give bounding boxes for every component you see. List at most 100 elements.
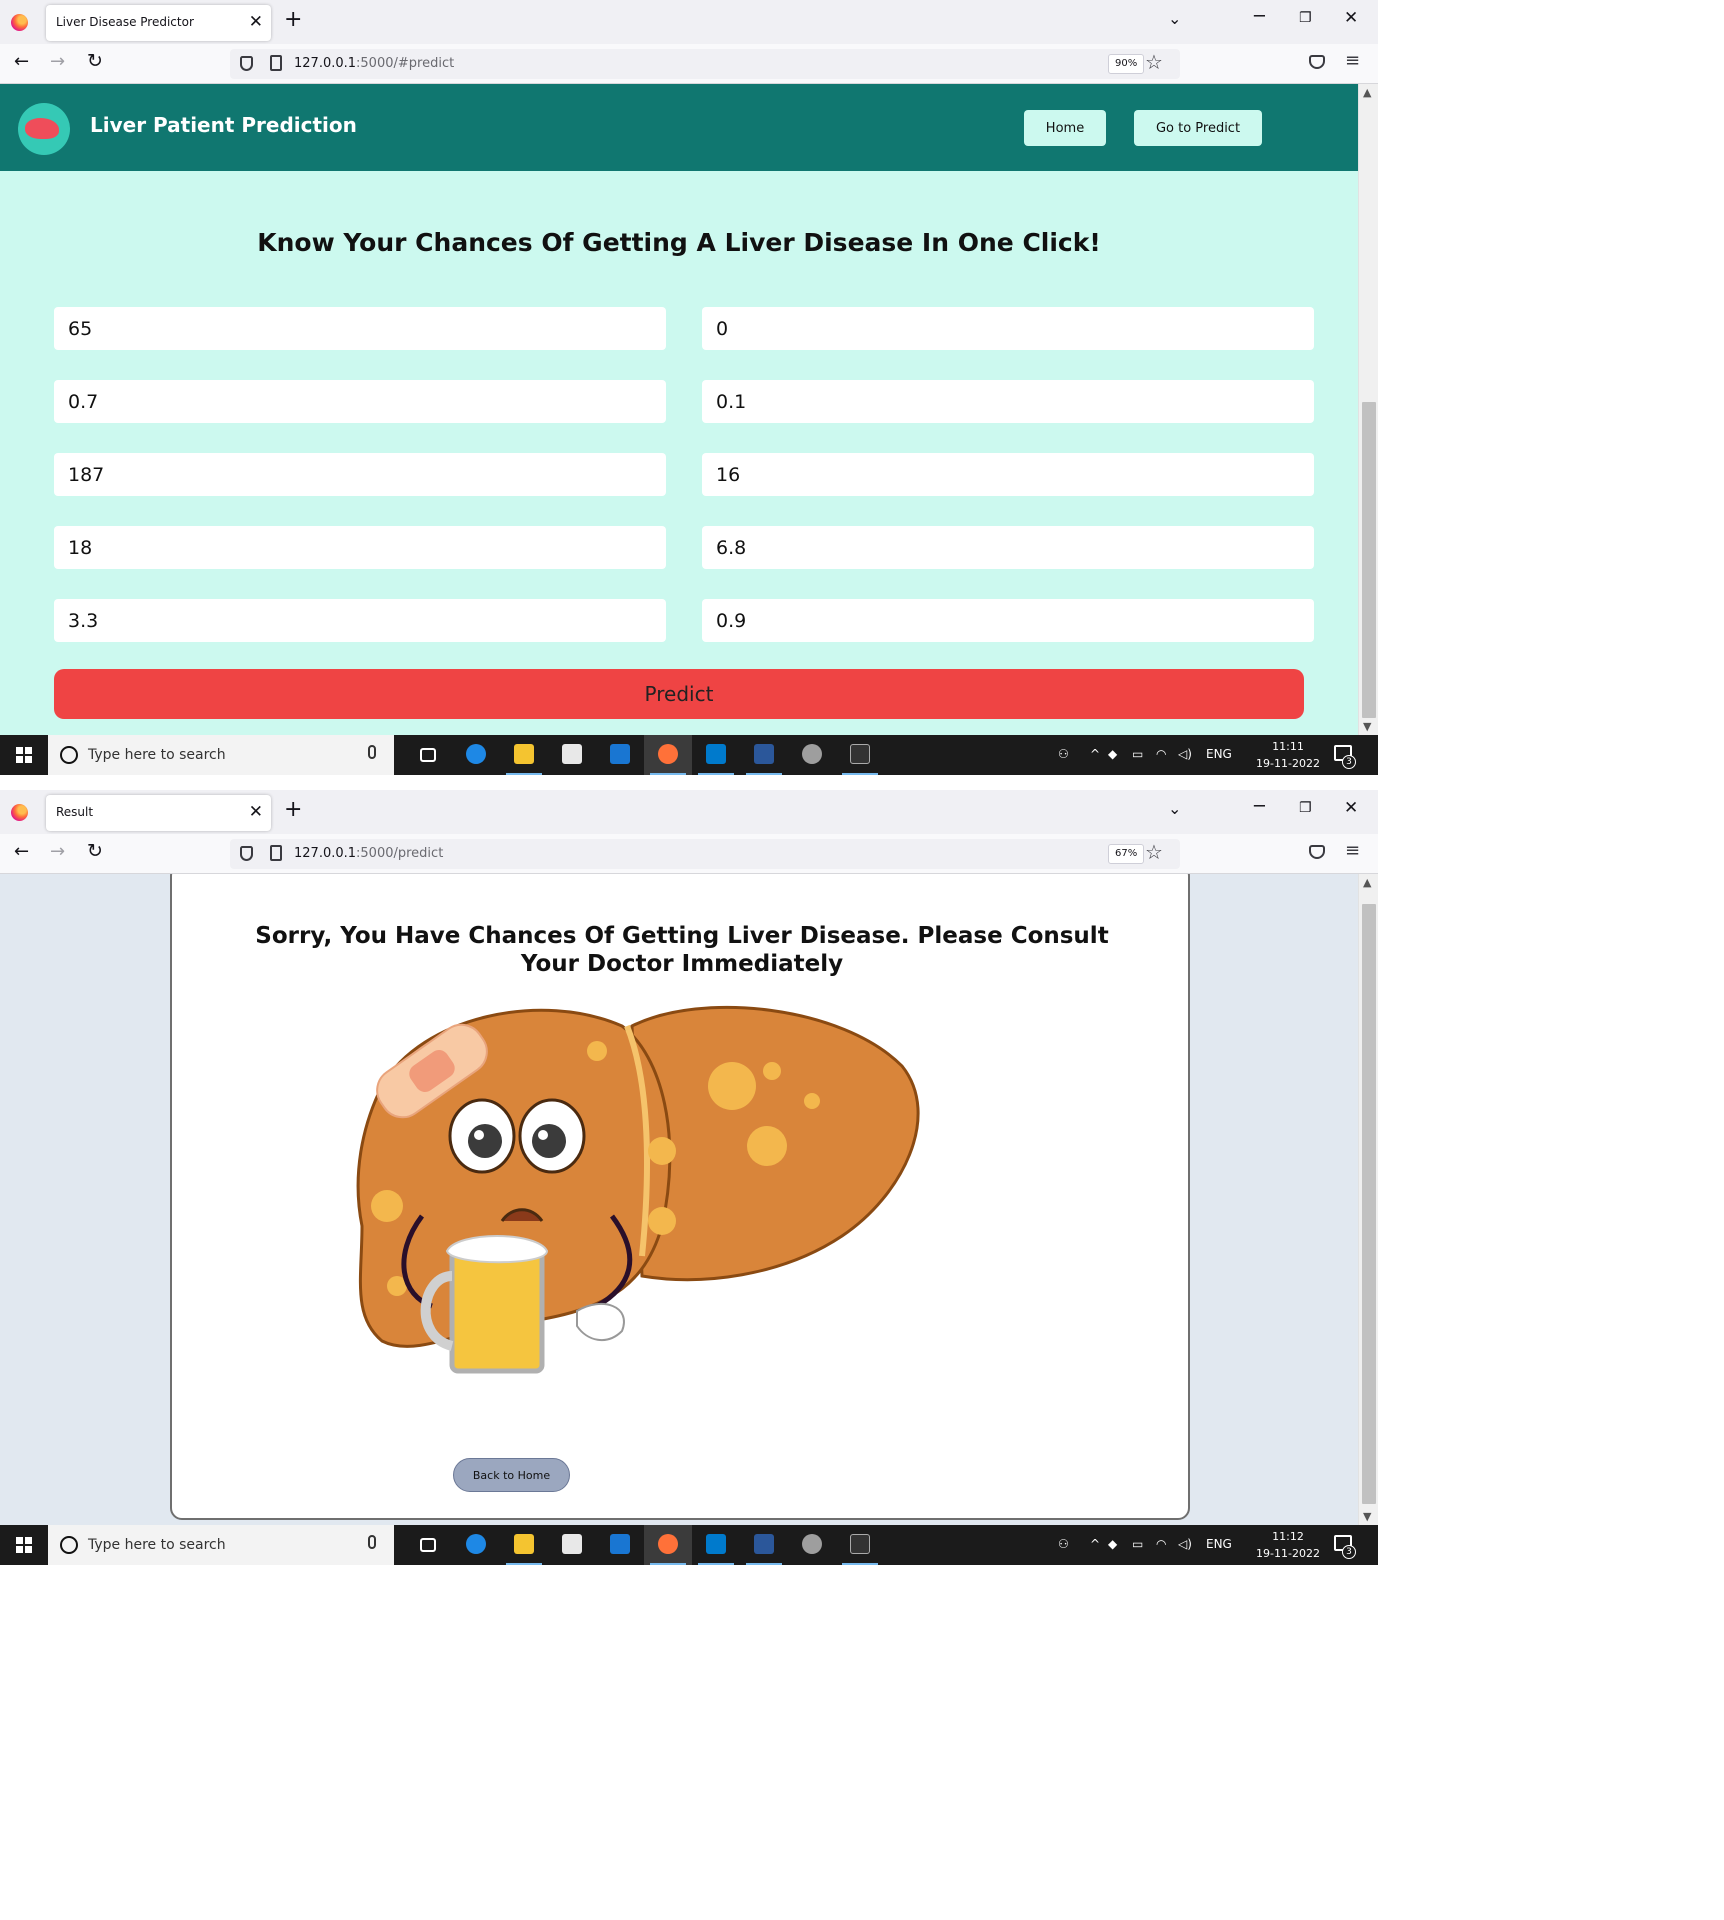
forward-arrow-icon[interactable]: →	[50, 51, 65, 72]
window-close-icon[interactable]: ✕	[1344, 8, 1358, 28]
battery-icon[interactable]: ▭	[1132, 1537, 1143, 1551]
security-icon[interactable]: ◆	[1108, 747, 1117, 761]
predict-button[interactable]: Predict	[54, 669, 1304, 719]
show-hidden-icons-chevron[interactable]: ^	[1090, 747, 1100, 761]
vscode-icon[interactable]	[692, 1525, 740, 1565]
taskbar-search-box[interactable]: Type here to search	[48, 735, 394, 775]
page-icon[interactable]	[270, 845, 282, 861]
edge-icon[interactable]	[452, 1525, 500, 1565]
windows-start-icon[interactable]	[16, 747, 32, 763]
page-scrollbar[interactable]: ▲ ▼	[1358, 84, 1378, 735]
list-tabs-chevron-icon[interactable]: ⌄	[1168, 9, 1181, 28]
form-field-5[interactable]	[54, 453, 666, 496]
home-nav-button[interactable]: Home	[1024, 110, 1106, 146]
terminal-icon[interactable]	[836, 1525, 884, 1565]
star-icon[interactable]: ☆	[1145, 840, 1163, 864]
scroll-up-icon[interactable]: ▲	[1363, 86, 1371, 99]
scroll-up-icon[interactable]: ▲	[1363, 876, 1371, 889]
security-icon[interactable]: ◆	[1108, 1537, 1117, 1551]
scroll-thumb[interactable]	[1362, 904, 1376, 1504]
list-tabs-chevron-icon[interactable]: ⌄	[1168, 799, 1181, 818]
form-field-9[interactable]	[54, 599, 666, 642]
pocket-icon[interactable]	[1309, 55, 1325, 69]
back-arrow-icon[interactable]: ←	[14, 841, 29, 862]
task-view-icon[interactable]	[404, 735, 452, 775]
battery-icon[interactable]: ▭	[1132, 747, 1143, 761]
terminal-icon[interactable]	[836, 735, 884, 775]
hamburger-menu-icon[interactable]: ≡	[1345, 50, 1360, 71]
mail-icon[interactable]	[596, 1525, 644, 1565]
tab-close-icon[interactable]: ✕	[249, 801, 263, 823]
store-icon[interactable]	[548, 1525, 596, 1565]
zoom-badge[interactable]: 90%	[1108, 54, 1145, 74]
people-icon[interactable]: ⚇	[1058, 1537, 1069, 1551]
restore-icon[interactable]: ❐	[1299, 10, 1312, 26]
volume-icon[interactable]: ◁)	[1178, 1537, 1192, 1551]
reload-icon[interactable]: ↻	[87, 50, 103, 72]
taskbar-clock[interactable]: 11:11 19-11-2022	[1252, 738, 1324, 772]
minimize-icon[interactable]: ─	[1254, 6, 1265, 27]
store-icon[interactable]	[548, 735, 596, 775]
file-explorer-icon[interactable]	[500, 1525, 548, 1565]
shield-icon[interactable]	[240, 846, 253, 861]
people-icon[interactable]: ⚇	[1058, 747, 1069, 761]
task-view-icon[interactable]	[404, 1525, 452, 1565]
form-field-3[interactable]	[54, 380, 666, 423]
firefox-taskbar-icon[interactable]	[644, 1525, 692, 1565]
wifi-icon[interactable]: ◠	[1156, 1537, 1166, 1551]
window-close-icon[interactable]: ✕	[1344, 798, 1358, 818]
taskbar-clock[interactable]: 11:12 19-11-2022	[1252, 1528, 1324, 1562]
volume-icon[interactable]: ◁)	[1178, 747, 1192, 761]
url-text[interactable]: 127.0.0.1:5000/#predict	[294, 56, 454, 71]
form-field-8[interactable]	[702, 526, 1314, 569]
mail-icon[interactable]	[596, 735, 644, 775]
language-indicator[interactable]: ENG	[1206, 747, 1232, 761]
back-to-home-button[interactable]: Back to Home	[453, 1458, 570, 1492]
paint-icon[interactable]	[788, 735, 836, 775]
scroll-down-icon[interactable]: ▼	[1363, 720, 1371, 733]
page-icon[interactable]	[270, 55, 282, 71]
paint-icon[interactable]	[788, 1525, 836, 1565]
page-scrollbar[interactable]: ▲ ▼	[1358, 874, 1378, 1525]
form-field-7[interactable]	[54, 526, 666, 569]
word-icon[interactable]	[740, 735, 788, 775]
back-arrow-icon[interactable]: ←	[14, 51, 29, 72]
windows-start-icon[interactable]	[16, 1537, 32, 1553]
browser-tab[interactable]: Liver Disease Predictor ✕	[46, 5, 271, 41]
url-bar[interactable]: 127.0.0.1:5000/predict 67% ☆	[230, 839, 1180, 869]
browser-tab[interactable]: Result ✕	[46, 795, 271, 831]
reload-icon[interactable]: ↻	[87, 840, 103, 862]
form-field-1[interactable]	[54, 307, 666, 350]
forward-arrow-icon[interactable]: →	[50, 841, 65, 862]
language-indicator[interactable]: ENG	[1206, 1537, 1232, 1551]
microphone-icon[interactable]	[368, 1535, 376, 1549]
vscode-icon[interactable]	[692, 735, 740, 775]
shield-icon[interactable]	[240, 56, 253, 71]
star-icon[interactable]: ☆	[1145, 50, 1163, 74]
url-bar[interactable]: 127.0.0.1:5000/#predict 90% ☆	[230, 49, 1180, 79]
new-tab-plus-icon[interactable]: +	[284, 7, 302, 32]
edge-icon[interactable]	[452, 735, 500, 775]
form-field-10[interactable]	[702, 599, 1314, 642]
form-field-2[interactable]	[702, 307, 1314, 350]
show-hidden-icons-chevron[interactable]: ^	[1090, 1537, 1100, 1551]
restore-icon[interactable]: ❐	[1299, 800, 1312, 816]
firefox-taskbar-icon[interactable]	[644, 735, 692, 775]
file-explorer-icon[interactable]	[500, 735, 548, 775]
zoom-badge[interactable]: 67%	[1108, 844, 1145, 864]
scroll-thumb[interactable]	[1362, 402, 1376, 718]
word-icon[interactable]	[740, 1525, 788, 1565]
hamburger-menu-icon[interactable]: ≡	[1345, 840, 1360, 861]
scroll-down-icon[interactable]: ▼	[1363, 1510, 1371, 1523]
form-field-4[interactable]	[702, 380, 1314, 423]
minimize-icon[interactable]: ─	[1254, 796, 1265, 817]
microphone-icon[interactable]	[368, 745, 376, 759]
new-tab-plus-icon[interactable]: +	[284, 797, 302, 822]
url-text[interactable]: 127.0.0.1:5000/predict	[294, 846, 443, 861]
taskbar-search-box[interactable]: Type here to search	[48, 1525, 394, 1565]
form-field-6[interactable]	[702, 453, 1314, 496]
tab-close-icon[interactable]: ✕	[249, 11, 263, 33]
pocket-icon[interactable]	[1309, 845, 1325, 859]
go-to-predict-button[interactable]: Go to Predict	[1134, 110, 1262, 146]
wifi-icon[interactable]: ◠	[1156, 747, 1166, 761]
